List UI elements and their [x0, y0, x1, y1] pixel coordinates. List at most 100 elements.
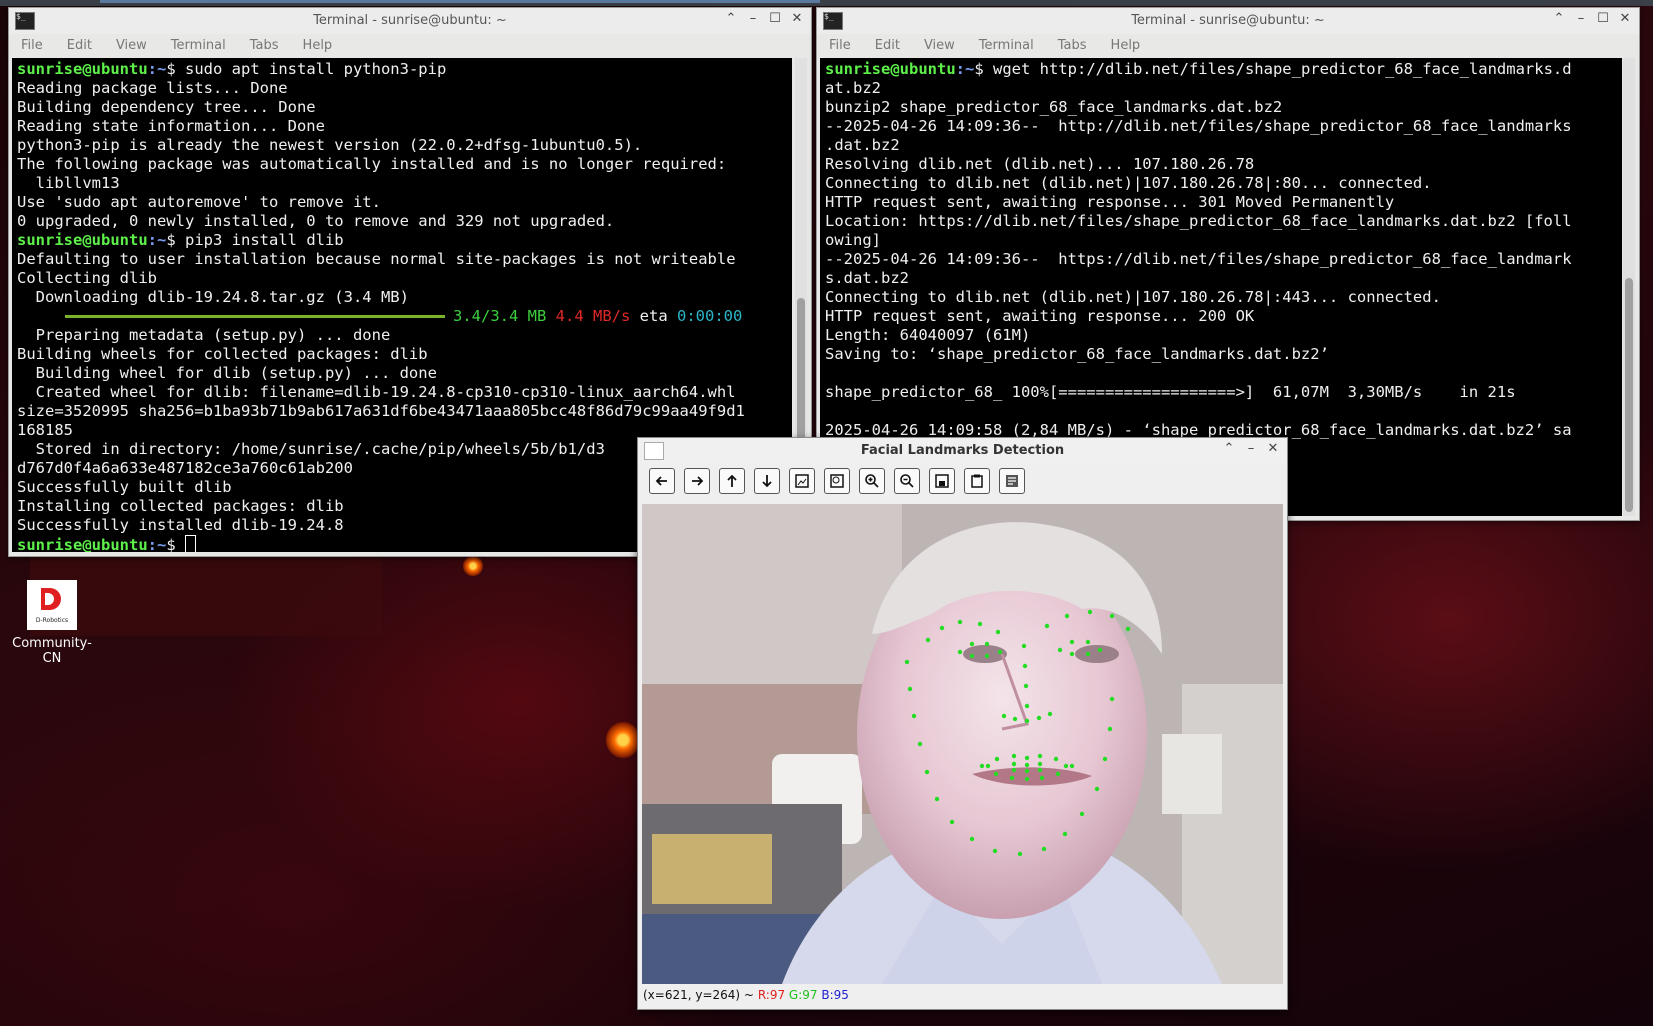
landmark-point	[1087, 609, 1093, 615]
facial-landmarks-window[interactable]: Facial Landmarks Detection ⌃ – ✕ (x=621,…	[637, 437, 1288, 1010]
landmark-point	[997, 649, 1003, 655]
menu-item[interactable]: Edit	[875, 38, 900, 53]
terminal-line: Created wheel for dlib: filename=dlib-19…	[17, 383, 736, 401]
terminal-line: s.dat.bz2	[825, 269, 909, 287]
roll-up-button[interactable]: ⌃	[1551, 11, 1567, 26]
menu-item[interactable]: Edit	[67, 38, 92, 53]
landmark-point	[1011, 761, 1017, 767]
terminal-line: size=3520995 sha256=b1ba93b71b9ab617a631…	[17, 402, 745, 420]
window-title: Terminal - sunrise@ubuntu: ~	[313, 13, 507, 28]
terminal-line: Collecting dlib	[17, 269, 157, 287]
menu-item[interactable]: Tabs	[250, 38, 279, 53]
cursor-coords: (x=621, y=264) ~	[643, 988, 754, 1002]
zoom-fit-button[interactable]	[789, 468, 815, 494]
close-button[interactable]: ✕	[1617, 11, 1633, 26]
landmark-point	[1085, 639, 1091, 645]
landmark-point	[985, 763, 991, 769]
menu-item[interactable]: File	[21, 38, 43, 53]
landmark-point	[939, 625, 945, 631]
menu-item[interactable]: Tabs	[1058, 38, 1087, 53]
titlebar[interactable]: $_ Terminal - sunrise@ubuntu: ~ ⌃ – ☐ ✕	[9, 8, 811, 34]
landmark-point	[957, 649, 963, 655]
window-title: Facial Landmarks Detection	[860, 443, 1065, 458]
d-robotics-logo-icon: D-Robotics	[27, 580, 77, 630]
copy-clipboard-icon	[971, 474, 983, 488]
titlebar[interactable]: $_ Terminal - sunrise@ubuntu: ~ ⌃ – ☐ ✕	[817, 8, 1639, 34]
zoom-in-button[interactable]	[859, 468, 885, 494]
terminal-line: Building wheel for dlib (setup.py) ... d…	[17, 364, 437, 382]
desktop-icon-community-cn[interactable]: D-Robotics Community-CN	[8, 580, 96, 666]
landmark-point	[1085, 651, 1091, 657]
close-button[interactable]: ✕	[789, 11, 805, 26]
roll-up-button[interactable]: ⌃	[1221, 441, 1237, 456]
menu-item[interactable]: Help	[303, 38, 333, 53]
maximize-button[interactable]: ☐	[767, 11, 783, 26]
menu-item[interactable]: Terminal	[979, 38, 1034, 53]
pan-up-button[interactable]	[719, 468, 745, 494]
landmark-point	[1109, 613, 1115, 619]
zoom-original-button[interactable]	[824, 468, 850, 494]
copy-clipboard-button[interactable]	[964, 468, 990, 494]
terminal-line: sunrise@ubuntu:~$ wget http://dlib.net/f…	[825, 60, 1622, 79]
pixel-blue-value: B:95	[821, 988, 849, 1002]
terminal-line: HTTP request sent, awaiting response... …	[825, 307, 1255, 325]
landmark-point	[995, 629, 1001, 635]
close-button[interactable]: ✕	[1265, 441, 1281, 456]
menu-item[interactable]: File	[829, 38, 851, 53]
landmark-point	[1064, 613, 1070, 619]
landmark-point	[993, 771, 999, 777]
terminal-line: --2025-04-26 14:09:36-- http://dlib.net/…	[825, 117, 1572, 135]
menu-item[interactable]: Help	[1111, 38, 1141, 53]
titlebar[interactable]: Facial Landmarks Detection ⌃ – ✕	[638, 438, 1287, 464]
camera-image[interactable]	[642, 504, 1283, 984]
terminal-line: shape_predictor_68_ 100%[===============…	[825, 383, 1516, 401]
menu-item[interactable]: View	[924, 38, 955, 53]
terminal-line: Connecting to dlib.net (dlib.net)|107.18…	[825, 174, 1432, 192]
landmark-point	[1036, 715, 1042, 721]
roll-up-button[interactable]: ⌃	[723, 11, 739, 26]
landmark-point	[911, 713, 917, 719]
terminal-line: Location: https://dlib.net/files/shape_p…	[825, 212, 1572, 230]
eta-value: 0:00:00	[677, 307, 743, 325]
command-text: pip3 install dlib	[175, 231, 344, 249]
landmark-point	[1024, 776, 1030, 782]
zoom-out-button[interactable]	[894, 468, 920, 494]
landmark-point	[904, 659, 910, 665]
scrollbar[interactable]	[1623, 58, 1635, 516]
minimize-button[interactable]: –	[1573, 11, 1589, 26]
landmark-point	[907, 686, 913, 692]
terminal-line: Reading package lists... Done	[17, 79, 288, 97]
prompt-path: :~	[147, 231, 167, 249]
pan-right-button[interactable]	[684, 468, 710, 494]
landmark-point	[1057, 647, 1063, 653]
landmark-point	[1039, 775, 1045, 781]
image-toolbar	[638, 464, 1287, 498]
pan-down-button[interactable]	[754, 468, 780, 494]
menu-item[interactable]: Terminal	[171, 38, 226, 53]
menu-item[interactable]: View	[116, 38, 147, 53]
terminal-line: Resolving dlib.net (dlib.net)... 107.180…	[825, 155, 1255, 173]
minimize-button[interactable]: –	[745, 11, 761, 26]
prompt-path: :~	[955, 60, 975, 78]
properties-button[interactable]	[999, 468, 1025, 494]
zoom-original-icon	[830, 474, 844, 488]
landmark-point	[1023, 683, 1029, 689]
scrollbar-thumb[interactable]	[1625, 278, 1633, 512]
properties-icon	[1006, 475, 1018, 487]
landmark-point	[1001, 713, 1007, 719]
prompt-user: sunrise@ubuntu	[17, 60, 148, 78]
terminal-line: libllvm13	[17, 174, 120, 192]
save-button[interactable]	[929, 468, 955, 494]
terminal-line: Downloading dlib-19.24.8.tar.gz (3.4 MB)	[17, 288, 409, 306]
pan-left-button[interactable]	[649, 468, 675, 494]
landmark-point	[984, 641, 990, 647]
menubar: File Edit View Terminal Tabs Help	[9, 34, 811, 56]
landmark-point	[1102, 756, 1108, 762]
maximize-button[interactable]: ☐	[1595, 11, 1611, 26]
pan-down-icon	[762, 475, 772, 488]
minimize-button[interactable]: –	[1243, 441, 1259, 456]
terminal-line: 3.4/3.4 MB 4.4 MB/s eta 0:00:00	[17, 307, 792, 326]
window-title: Terminal - sunrise@ubuntu: ~	[1131, 13, 1325, 28]
terminal-line: Use 'sudo apt autoremove' to remove it.	[17, 193, 381, 211]
landmark-point	[1097, 647, 1103, 653]
